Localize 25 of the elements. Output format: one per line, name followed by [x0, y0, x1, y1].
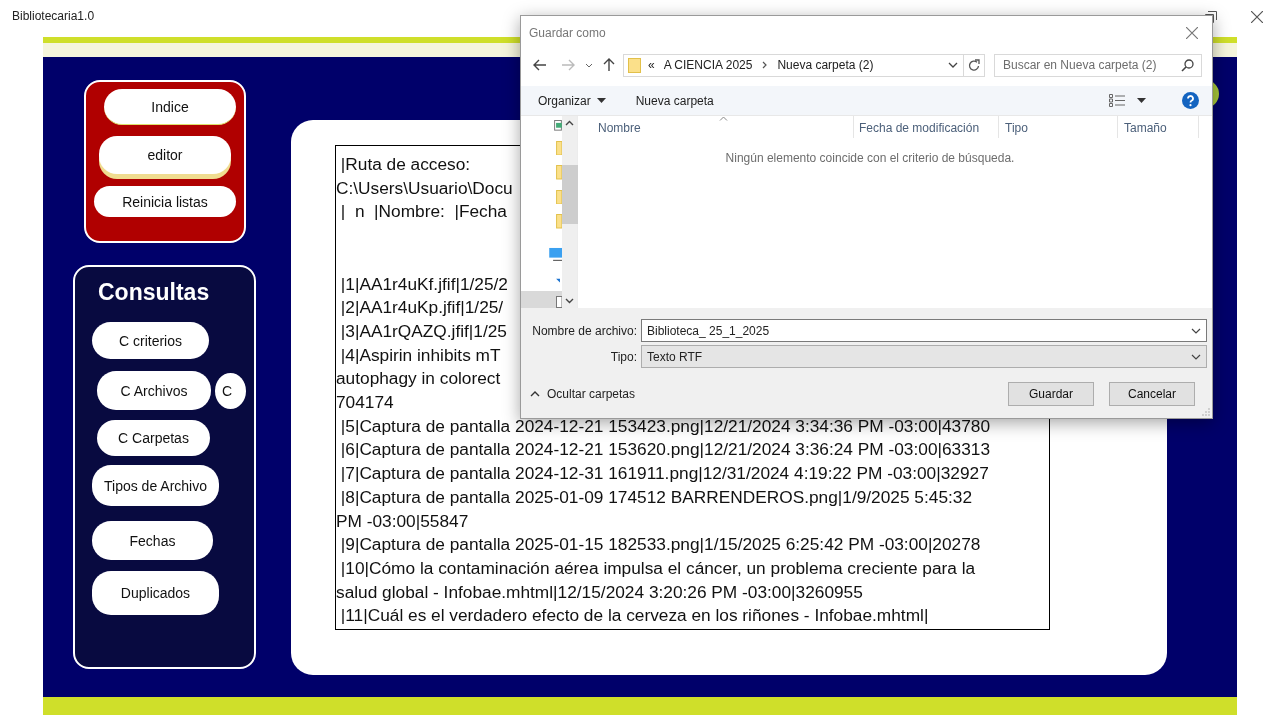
dialog-title: Guardar como: [529, 26, 606, 40]
text-line: |8|Captura de pantalla 2025-01-09 174512 BARRENDEROS.png|1/9/2025 5:45:32: [339, 485, 973, 509]
empty-message: Ningún elemento coincide con el criterio de búsqueda.: [724, 151, 1016, 165]
text-line: |Ruta de acceso:: [339, 153, 471, 176]
search-placeholder: Buscar en Nueva carpeta (2): [1003, 58, 1157, 72]
window-title: Bibliotecaria1.0: [12, 9, 95, 23]
text-line: C:\Users\Usuario\Docu: [336, 176, 513, 200]
text-line: |11|Cuál es el verdadero efecto de la cerveza en los riñones - Infobae.mhtml|: [339, 604, 929, 628]
text-line: |6|Captura de pantalla 2024-12-21 153620.png|12/21/2024 3:36:24 PM -03:00|63313: [339, 438, 991, 462]
text-line: 704174: [336, 391, 394, 414]
field-label: Tipo:: [609, 349, 638, 364]
text-line: salud global - Infobae.mhtml|12/15/2024 3:20:26 PM -03:00|3260955: [336, 580, 863, 604]
text-line: |10|Cómo la contaminación aérea impulsa el cáncer, un problema creciente para la: [339, 556, 976, 580]
text-line: |5|Captura de pantalla 2024-12-21 153423.png|12/21/2024 3:34:36 PM -03:00|43780: [339, 414, 991, 438]
text-line: | n |Nombre: |Fecha: [339, 200, 507, 224]
text-line: |3|AA1rQAZQ.jfif|1/25: [339, 319, 507, 343]
text-line: |4|Aspirin inhibits mT: [339, 343, 501, 367]
text-line: |1|AA1r4uKf.jfif|1/25/2: [339, 272, 508, 296]
field-label: Nombre de archivo:: [531, 323, 638, 338]
text-line: autophagy in colorect: [336, 367, 501, 391]
text-line: |7|Captura de pantalla 2024-12-31 161911.png|12/31/2024 4:19:22 PM -03:00|32927: [339, 462, 989, 486]
text-line: |9|Captura de pantalla 2025-01-15 182533.png|1/15/2025 6:25:42 PM -03:00|20278: [339, 533, 981, 557]
panel-title: Consultas: [98, 279, 211, 306]
text-line: PM -03:00|55847: [336, 509, 469, 533]
text-line: |2|AA1r4uKp.jfif|1/25/: [339, 296, 504, 320]
